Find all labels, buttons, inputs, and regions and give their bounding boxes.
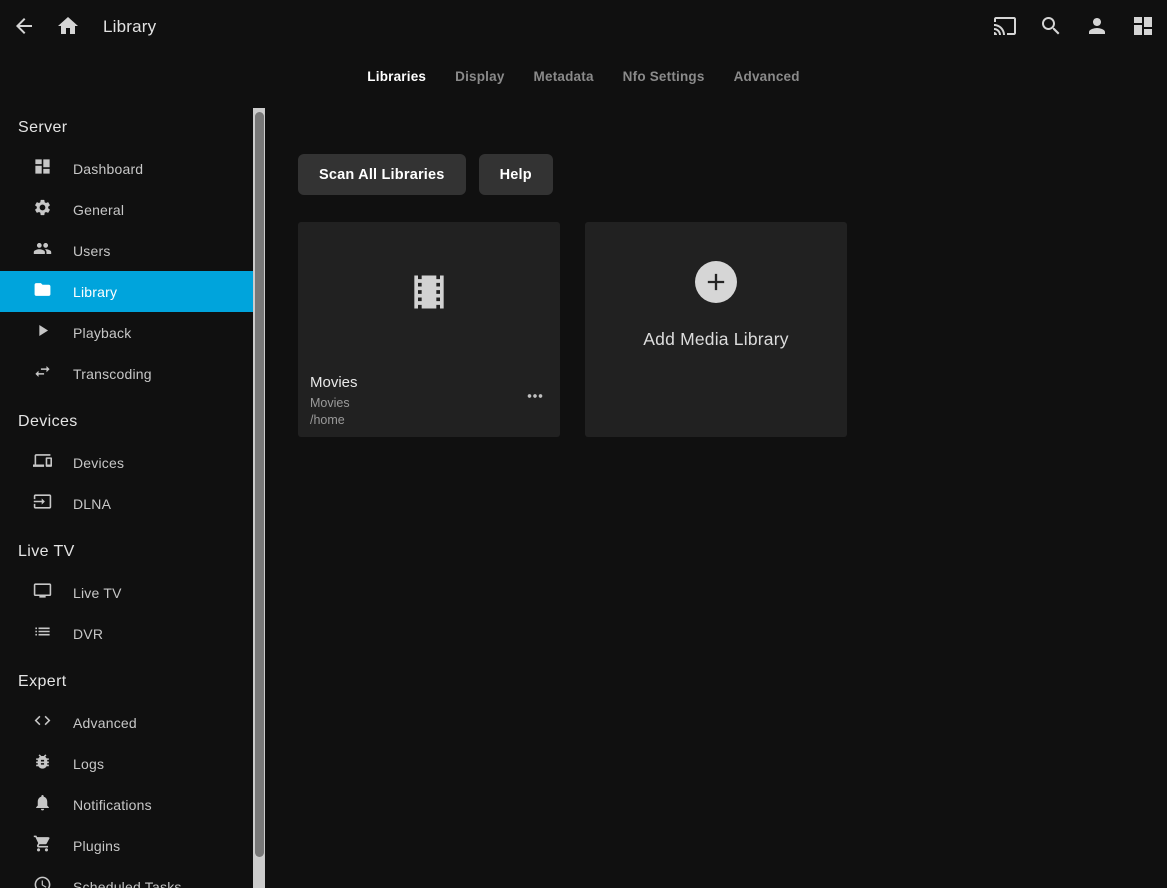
input-icon [33, 492, 52, 516]
section-heading-server: Server [0, 108, 265, 148]
sidebar-item-transcoding[interactable]: Transcoding [0, 353, 253, 394]
sidebar-item-livetv[interactable]: Live TV [0, 572, 253, 613]
sidebar-item-label: Advanced [73, 715, 137, 731]
sidebar-item-dashboard[interactable]: Dashboard [0, 148, 253, 189]
tv-icon [33, 581, 52, 605]
transcode-arrows-icon [33, 362, 52, 386]
arrow-back-icon [12, 14, 36, 41]
cast-icon [993, 14, 1017, 41]
sidebar-item-label: Library [73, 284, 117, 300]
folder-icon [33, 280, 52, 304]
search-icon [1039, 14, 1063, 41]
bug-icon [33, 752, 52, 776]
add-media-library-label: Add Media Library [585, 329, 847, 350]
sidebar-item-library[interactable]: Library [0, 271, 253, 312]
tab-nfo-settings[interactable]: Nfo Settings [623, 69, 705, 84]
dashboard-grid-icon [1131, 14, 1155, 41]
sidebar-item-notifications[interactable]: Notifications [0, 784, 253, 825]
add-media-library-card[interactable]: Add Media Library [585, 222, 847, 437]
section-heading-expert: Expert [0, 662, 265, 702]
tab-advanced[interactable]: Advanced [734, 69, 800, 84]
users-icon [33, 239, 52, 263]
library-actions: Scan All Libraries Help [298, 154, 1167, 195]
sidebar-section-server: Server Dashboard General Users Library P… [0, 108, 265, 394]
list-icon [33, 622, 52, 646]
sidebar-item-label: DLNA [73, 496, 111, 512]
page-title: Library [103, 17, 156, 37]
tab-metadata[interactable]: Metadata [534, 69, 594, 84]
sidebar-item-label: Devices [73, 455, 124, 471]
code-icon [33, 711, 52, 735]
section-heading-devices: Devices [0, 402, 265, 442]
more-horiz-icon [524, 395, 546, 410]
back-button[interactable] [2, 5, 46, 49]
film-icon [407, 270, 451, 319]
gear-icon [33, 198, 52, 222]
library-name: Movies [310, 374, 358, 391]
play-icon [33, 321, 52, 345]
sidebar-item-label: Notifications [73, 797, 152, 813]
settings-tab-bar: Libraries Display Metadata Nfo Settings … [0, 54, 1167, 98]
sidebar-item-label: Transcoding [73, 366, 152, 382]
scan-all-libraries-button[interactable]: Scan All Libraries [298, 154, 466, 195]
sidebar-item-label: Live TV [73, 585, 122, 601]
sidebar-item-label: Dashboard [73, 161, 143, 177]
sidebar-item-playback[interactable]: Playback [0, 312, 253, 353]
cart-icon [33, 834, 52, 858]
sidebar-item-label: Plugins [73, 838, 120, 854]
library-card-meta: Movies Movies /home [310, 374, 358, 429]
home-icon [56, 14, 80, 41]
admin-sidebar: Server Dashboard General Users Library P… [0, 98, 265, 888]
header-actions [983, 5, 1165, 49]
dashboard-icon [33, 157, 52, 181]
sidebar-item-dvr[interactable]: DVR [0, 613, 253, 654]
dashboard-button[interactable] [1121, 5, 1165, 49]
help-button[interactable]: Help [479, 154, 553, 195]
tab-libraries[interactable]: Libraries [367, 69, 426, 84]
sidebar-section-devices: Devices Devices DLNA [0, 402, 265, 524]
sidebar-item-label: Users [73, 243, 111, 259]
sidebar-item-general[interactable]: General [0, 189, 253, 230]
library-collection-type: Movies [310, 395, 358, 412]
sidebar-item-devices[interactable]: Devices [0, 442, 253, 483]
cast-button[interactable] [983, 5, 1027, 49]
tab-display[interactable]: Display [455, 69, 504, 84]
user-icon [1085, 14, 1109, 41]
sidebar-section-livetv: Live TV Live TV DVR [0, 532, 265, 654]
bell-icon [33, 793, 52, 817]
sidebar-item-advanced[interactable]: Advanced [0, 702, 253, 743]
libraries-content: Scan All Libraries Help Movies Movies /h… [265, 98, 1167, 888]
sidebar-item-logs[interactable]: Logs [0, 743, 253, 784]
sidebar-section-expert: Expert Advanced Logs Notifications Plugi… [0, 662, 265, 888]
devices-icon [33, 451, 52, 475]
sidebar-item-dlna[interactable]: DLNA [0, 483, 253, 524]
home-button[interactable] [46, 5, 90, 49]
sidebar-item-label: General [73, 202, 124, 218]
sidebar-item-label: Scheduled Tasks [73, 879, 182, 888]
sidebar-item-plugins[interactable]: Plugins [0, 825, 253, 866]
library-more-button[interactable] [524, 385, 546, 410]
plus-icon [695, 261, 737, 303]
library-card-movies[interactable]: Movies Movies /home [298, 222, 560, 437]
library-path: /home [310, 412, 358, 429]
sidebar-scrollbar-thumb[interactable] [255, 112, 264, 857]
library-card-list: Movies Movies /home Add Media Library [298, 222, 1167, 437]
clock-icon [33, 875, 52, 888]
user-button[interactable] [1075, 5, 1119, 49]
top-app-bar: Library [0, 0, 1167, 54]
section-heading-livetv: Live TV [0, 532, 265, 572]
sidebar-scrollbar-track[interactable] [253, 108, 265, 888]
sidebar-item-label: DVR [73, 626, 103, 642]
sidebar-item-label: Playback [73, 325, 131, 341]
sidebar-item-users[interactable]: Users [0, 230, 253, 271]
sidebar-item-scheduled-tasks[interactable]: Scheduled Tasks [0, 866, 253, 888]
sidebar-item-label: Logs [73, 756, 104, 772]
search-button[interactable] [1029, 5, 1073, 49]
